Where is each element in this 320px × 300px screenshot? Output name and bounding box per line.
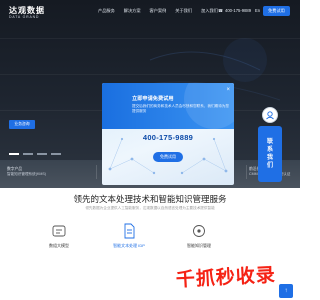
document-icon — [124, 223, 135, 239]
site-header: 达观数据 DATA GRAND 产品服务 解决方案 客户案例 关于我们 加入我们… — [0, 0, 300, 24]
contact-us-tab[interactable]: 联 系 我 们 — [258, 126, 282, 182]
trial-modal: 立即申请免费试用 × 提交后我们的商务和技术人员会尽快和您联系，我们期待为您提供… — [102, 83, 234, 185]
brand-logo[interactable]: 达观数据 DATA GRAND — [9, 6, 45, 20]
knowledge-icon — [193, 225, 205, 237]
phone-icon: ☎ — [218, 8, 223, 13]
nav-item-about[interactable]: 关于我们 — [175, 8, 192, 14]
consult-button[interactable]: 业务咨询 — [9, 120, 35, 129]
feature-llm[interactable]: 数组大模型 — [34, 222, 84, 249]
modal-description: 提交后我们的商务和技术人员会尽快和您联系，我们期待为您提供服务 — [132, 104, 230, 114]
modal-trial-button[interactable]: 免费试用 — [153, 152, 183, 162]
chat-icon[interactable] — [262, 107, 278, 123]
close-icon[interactable]: × — [226, 87, 230, 93]
feature-knowledge[interactable]: 智能知识管理 — [174, 222, 224, 249]
nav-item-cases[interactable]: 客户案例 — [150, 8, 167, 14]
main-nav: 产品服务 解决方案 客户案例 关于我们 加入我们 — [98, 8, 218, 14]
language-switch[interactable]: En — [255, 8, 260, 13]
carousel-dots — [9, 153, 61, 155]
free-trial-button[interactable]: 免费试用 — [263, 6, 290, 16]
strip-item-products[interactable]: 数字产品 智能知识管理系统(KMS) — [7, 167, 46, 177]
feature-idp[interactable]: 智能文本处理 IDP — [104, 222, 154, 249]
carousel-dot[interactable] — [37, 153, 47, 155]
section-subtitle: 领先数据为企业提供人工智能服务，达观数据以自然语言处理为主要技术提供智能 — [85, 206, 215, 210]
brain-icon — [52, 225, 66, 237]
section-title: 领先的文本处理技术和智能知识管理服务 — [73, 194, 227, 204]
modal-phone[interactable]: 400-175-9889 — [102, 133, 234, 142]
carousel-dot[interactable] — [9, 153, 19, 155]
modal-title: 立即申请免费试用 — [132, 96, 174, 102]
back-to-top-button[interactable]: ↑ — [279, 284, 293, 298]
nav-item-join[interactable]: 加入我们 — [201, 8, 218, 14]
nav-item-products[interactable]: 产品服务 — [98, 8, 115, 14]
header-phone[interactable]: ☎ 400-175-9889 — [218, 8, 251, 13]
nav-item-solutions[interactable]: 解决方案 — [124, 8, 141, 14]
carousel-dot[interactable] — [23, 153, 33, 155]
carousel-dot[interactable] — [51, 153, 61, 155]
header-phone-number: 400-175-9889 — [224, 8, 252, 13]
